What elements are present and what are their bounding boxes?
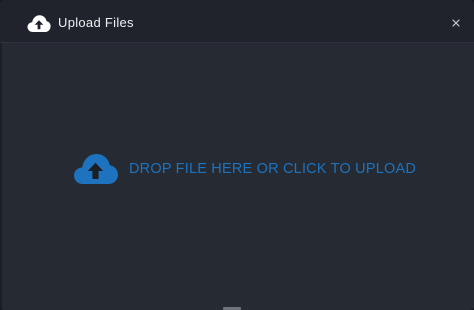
cloud-upload-icon xyxy=(73,152,119,185)
close-icon[interactable] xyxy=(450,17,462,29)
file-dropzone[interactable]: DROP FILE HERE OR CLICK TO UPLOAD xyxy=(0,43,474,310)
dialog-header: Upload Files xyxy=(0,0,474,43)
cloud-upload-icon xyxy=(27,14,51,33)
dropzone-label[interactable]: DROP FILE HERE OR CLICK TO UPLOAD xyxy=(129,160,416,178)
dialog-title: Upload Files xyxy=(58,15,134,30)
close-button[interactable] xyxy=(450,16,462,28)
upload-files-dialog: Upload Files DROP FILE HERE OR CLICK TO … xyxy=(0,0,474,310)
